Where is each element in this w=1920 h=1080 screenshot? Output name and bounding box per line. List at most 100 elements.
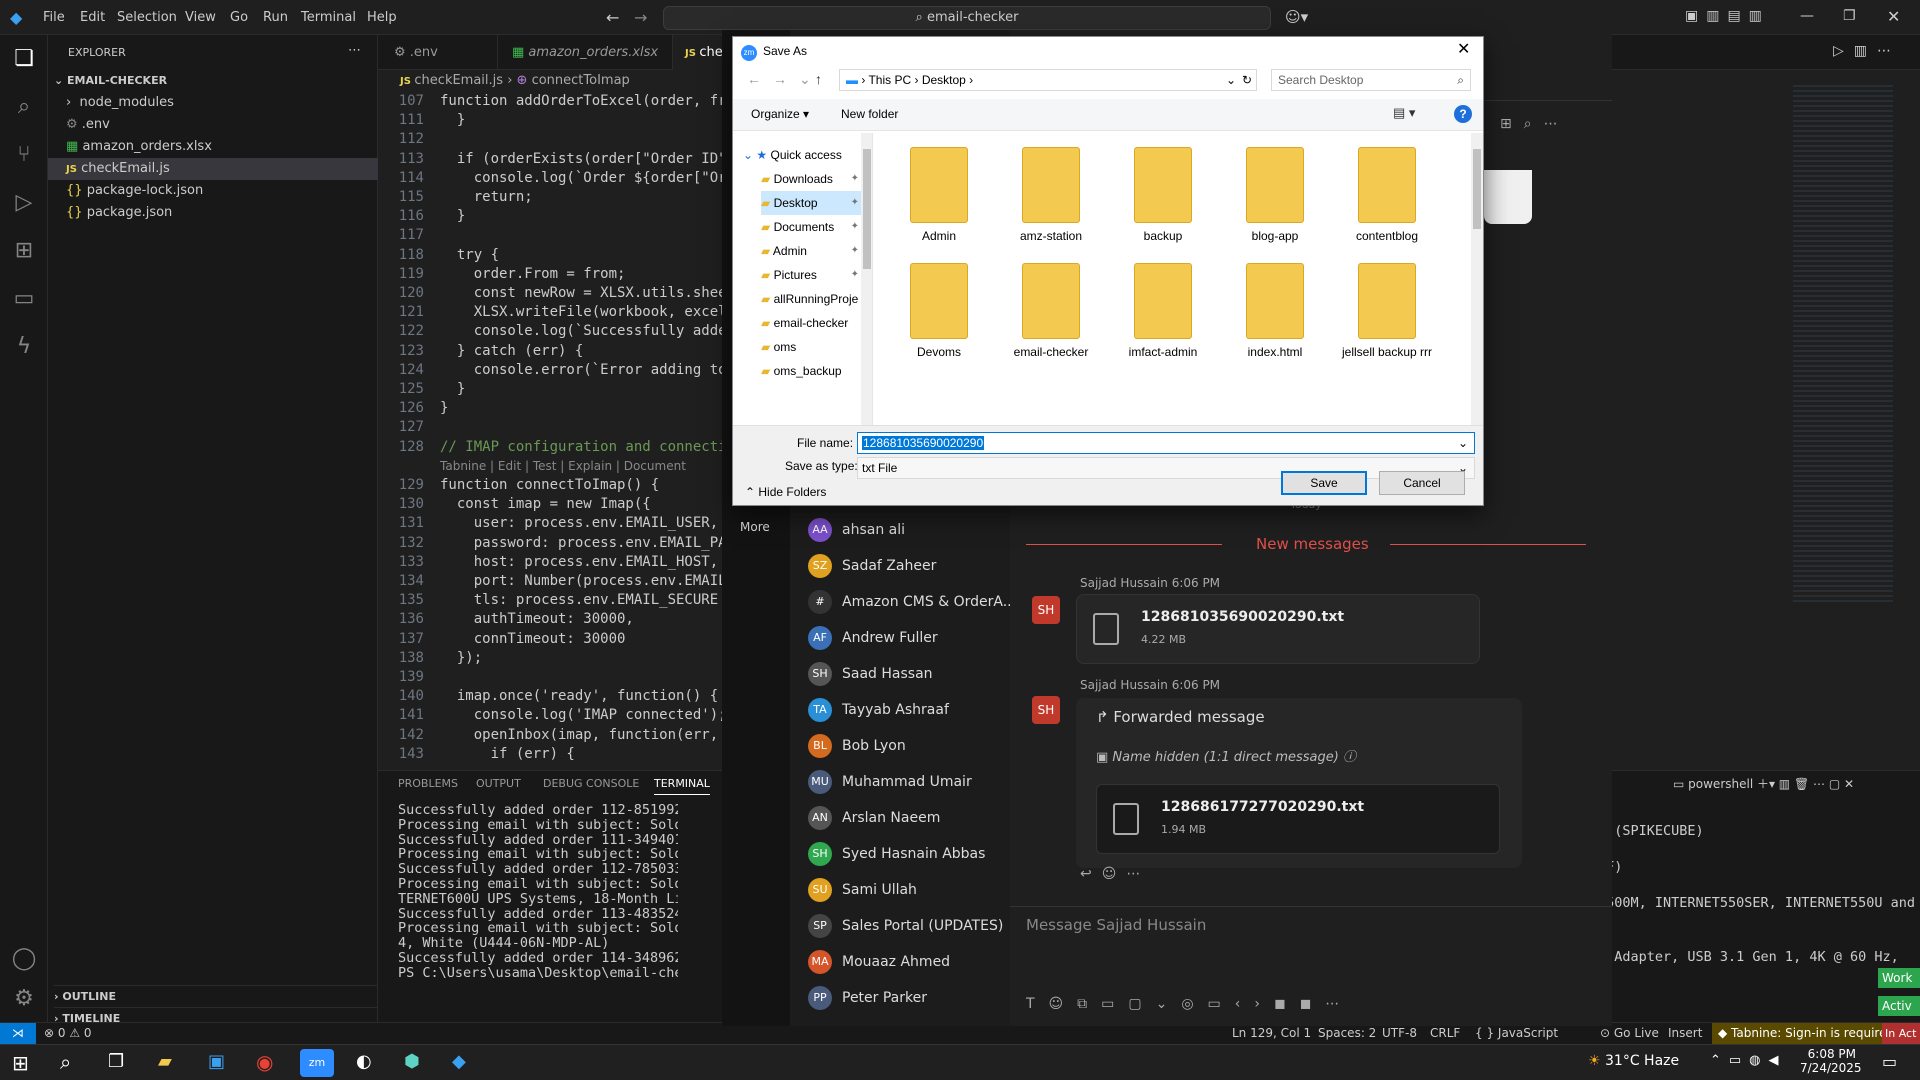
system-tray-icons[interactable]: ⌃▭◍◀: [1710, 1053, 1787, 1068]
search-icon[interactable]: ⌕: [0, 83, 48, 131]
breadcrumb-symbol[interactable]: connectToImap: [532, 73, 630, 88]
info-icon[interactable]: ⓘ: [1343, 750, 1356, 765]
shell-selector[interactable]: ▭ powershell ＋▾ ▥ 🗑 ⋯ ▢ ✕: [1673, 775, 1854, 792]
outline-section[interactable]: › OUTLINE: [54, 985, 384, 1007]
tab-env[interactable]: ⚙ .env: [378, 35, 498, 70]
run-debug-icon[interactable]: ▷: [0, 179, 48, 227]
explorer-icon[interactable]: ❏: [0, 35, 48, 83]
file-attachment[interactable]: 128686177277020290.txt 1.94 MB: [1096, 784, 1500, 854]
forwarded-message[interactable]: ↱ Forwarded message ▣ Name hidden (1:1 d…: [1076, 698, 1522, 868]
code-line[interactable]: 119 order.From = from;: [378, 265, 626, 284]
files-scrollbar[interactable]: [1471, 133, 1483, 425]
code-line[interactable]: 121 XLSX.writeFile(workbook, excelFi: [378, 303, 738, 322]
remote-indicator-icon[interactable]: ⋊: [0, 1023, 36, 1044]
folder-item[interactable]: Admin: [891, 147, 987, 257]
encoding[interactable]: UTF-8: [1382, 1023, 1417, 1044]
refresh-icon[interactable]: ↻: [1242, 70, 1252, 90]
command-center-search[interactable]: ⌕ email-checker: [663, 6, 1271, 30]
code-line[interactable]: 130 const imap = new Imap({: [378, 495, 651, 514]
windows-start-icon[interactable]: ⊞: [12, 1051, 29, 1075]
code-area[interactable]: 107 function addOrderToExcel(order, from 1…: [378, 92, 738, 772]
search-icon[interactable]: ⌕: [60, 1050, 71, 1074]
forward-arrow-icon[interactable]: →: [634, 8, 647, 27]
nav-item[interactable]: ▰ Pictures ✦: [761, 263, 861, 287]
file-explorer-icon[interactable]: ▰: [158, 1051, 172, 1072]
notification-icon[interactable]: ▭: [1882, 1052, 1897, 1071]
code-line[interactable]: 139: [378, 668, 440, 687]
tab-xlsx[interactable]: ▦ amazon_orders.xlsx: [498, 35, 673, 70]
folder-item[interactable]: email-checker: [1003, 263, 1099, 373]
contact-item[interactable]: MU Muhammad Umair: [808, 764, 972, 800]
panel-tab-debug[interactable]: DEBUG CONSOLE: [543, 777, 639, 790]
contact-item[interactable]: TA Tayyab Ashraaf: [808, 692, 949, 728]
breadcrumb-file[interactable]: checkEmail.js: [414, 73, 503, 88]
nav-scrollbar[interactable]: [861, 133, 872, 425]
menu-run[interactable]: Run: [263, 0, 288, 35]
contact-item[interactable]: # Amazon CMS & OrderA...: [808, 584, 1016, 620]
tree-item-checkemail[interactable]: JS checkEmail.js: [48, 158, 378, 180]
file-attachment[interactable]: 128681035690020290.txt 4.22 MB: [1076, 594, 1480, 664]
new-folder-button[interactable]: New folder: [841, 107, 898, 121]
menu-go[interactable]: Go: [230, 0, 248, 35]
tree-item-package[interactable]: {} package.json: [48, 202, 378, 224]
code-line[interactable]: 113 if (orderExists(order["Order ID"]: [378, 150, 735, 169]
code-line[interactable]: 118 try {: [378, 246, 499, 265]
folder-header[interactable]: ⌄ EMAIL-CHECKER: [54, 70, 384, 92]
chat-header-icons[interactable]: ⊞⌕⋯: [1500, 116, 1570, 132]
line-ending[interactable]: CRLF: [1430, 1023, 1460, 1044]
language-mode[interactable]: { } JavaScript: [1475, 1023, 1558, 1044]
code-line[interactable]: 116 }: [378, 207, 466, 226]
menu-help[interactable]: Help: [367, 0, 397, 35]
nav-item[interactable]: ▰ oms: [761, 335, 861, 359]
code-line[interactable]: 128 // IMAP configuration and connection: [378, 438, 738, 457]
nav-item[interactable]: ▰ Documents ✦: [761, 215, 861, 239]
more-actions-icon[interactable]: ⋯: [348, 43, 361, 58]
code-line[interactable]: 129 function connectToImap() {: [378, 476, 659, 495]
folder-item[interactable]: jellsell backup rrr: [1339, 263, 1435, 373]
code-line[interactable]: 131 user: process.env.EMAIL_USER,: [378, 514, 718, 533]
code-line[interactable]: 126}: [378, 399, 449, 418]
folder-item[interactable]: backup: [1115, 147, 1211, 257]
remote-explorer-icon[interactable]: ▭: [0, 275, 48, 323]
cursor-position[interactable]: Ln 129, Col 1: [1232, 1023, 1311, 1044]
contact-item[interactable]: AF Andrew Fuller: [808, 620, 938, 656]
contact-item[interactable]: AA ahsan ali: [808, 512, 905, 548]
save-button[interactable]: Save: [1281, 471, 1367, 495]
code-line[interactable]: 125 }: [378, 380, 466, 399]
avatar[interactable]: SH: [1032, 596, 1060, 624]
go-live[interactable]: ⊙ Go Live: [1600, 1023, 1659, 1044]
menu-file[interactable]: File: [43, 0, 65, 35]
close-icon[interactable]: ✕: [1887, 7, 1900, 26]
clock[interactable]: 6:08 PM 7/24/2025: [1800, 1047, 1862, 1075]
weather[interactable]: ☀ 31°C Haze: [1588, 1053, 1679, 1069]
layout-icons[interactable]: ▣▥▤▥: [1685, 8, 1770, 24]
nav-item[interactable]: ▰ oms_backup: [761, 359, 861, 383]
code-line[interactable]: 117: [378, 226, 440, 245]
contact-item[interactable]: BL Bob Lyon: [808, 728, 906, 764]
contact-item[interactable]: SU Sami Ullah: [808, 872, 917, 908]
insert-mode[interactable]: Insert: [1668, 1023, 1702, 1044]
folder-item[interactable]: amz-station: [1003, 147, 1099, 257]
nav-item[interactable]: ▰ email-checker: [761, 311, 861, 335]
panel-tab-terminal[interactable]: TERMINAL: [654, 777, 710, 795]
tree-item-env[interactable]: ⚙ .env: [48, 114, 378, 136]
code-line[interactable]: 135 tls: process.env.EMAIL_SECURE ==: [378, 591, 738, 610]
code-line[interactable]: 133 host: process.env.EMAIL_HOST,: [378, 553, 718, 572]
dialog-close-icon[interactable]: ✕: [1457, 39, 1470, 59]
contact-item[interactable]: SH Saad Hassan: [808, 656, 933, 692]
indentation[interactable]: Spaces: 2: [1318, 1023, 1376, 1044]
code-line[interactable]: 122 console.log(`Successfully added: [378, 322, 735, 341]
code-line[interactable]: 115 return;: [378, 188, 533, 207]
minimap[interactable]: [1793, 85, 1893, 605]
code-line[interactable]: 120 const newRow = XLSX.utils.sheet_: [378, 284, 738, 303]
folder-item[interactable]: Devoms: [891, 263, 987, 373]
chevron-down-icon[interactable]: ⌄: [1226, 70, 1236, 90]
tree-item-node-modules[interactable]: › node_modules: [48, 92, 378, 114]
file-name-input[interactable]: 128681035690020290 ⌄: [857, 432, 1475, 454]
address-bar[interactable]: ▬ › This PC › Desktop › ⌄ ↻: [839, 69, 1257, 91]
restore-icon[interactable]: ❐: [1843, 8, 1856, 24]
menu-view[interactable]: View: [185, 0, 216, 35]
minimize-icon[interactable]: —: [1800, 8, 1814, 24]
folder-item[interactable]: blog-app: [1227, 147, 1323, 257]
store-icon[interactable]: ▣: [208, 1051, 225, 1072]
